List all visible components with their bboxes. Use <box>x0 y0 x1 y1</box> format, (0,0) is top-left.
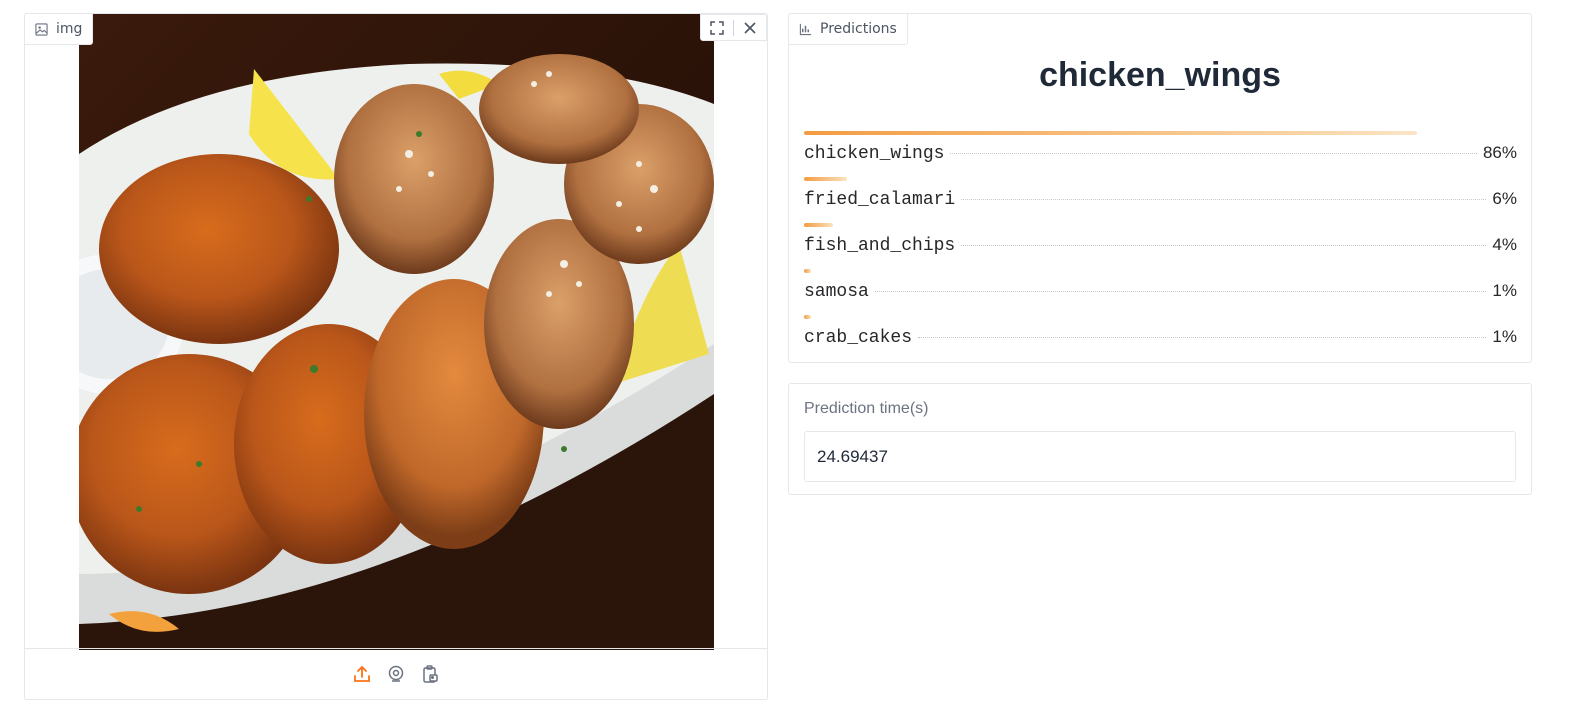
confidence-value: 6% <box>1492 189 1517 208</box>
confidence-row[interactable]: fried_calamari 6% <box>804 177 1517 223</box>
clipboard-icon[interactable] <box>419 663 441 685</box>
prediction-time-label: Prediction time(s) <box>804 400 929 417</box>
webcam-icon[interactable] <box>385 663 407 685</box>
confidence-row[interactable]: chicken_wings 86% <box>804 131 1517 177</box>
confidence-bar <box>804 315 811 319</box>
confidence-bar <box>804 131 1417 135</box>
toolbar-divider <box>733 19 734 36</box>
upload-icon[interactable] <box>351 663 373 685</box>
dotted-leader <box>961 245 1487 246</box>
confidence-value: 4% <box>1492 235 1517 254</box>
prediction-time-field[interactable]: 24.69437 <box>804 431 1516 482</box>
dotted-leader <box>874 291 1487 292</box>
confidence-row[interactable]: fish_and_chips 4% <box>804 223 1517 269</box>
image-toolbar <box>700 14 767 41</box>
image-source-bar <box>25 648 767 699</box>
dotted-leader <box>918 337 1487 338</box>
fullscreen-icon[interactable] <box>707 18 727 38</box>
confidence-bar <box>804 269 811 273</box>
confidence-bar <box>804 177 847 181</box>
image-input-panel: img <box>24 13 768 700</box>
predictions-label-text: Predictions <box>820 21 897 37</box>
image-label-chip: img <box>24 13 94 45</box>
confidence-list: chicken_wings 86% fried_calamari 6% fish… <box>804 131 1517 361</box>
confidence-label: fish_and_chips <box>804 236 956 256</box>
image-preview-area[interactable] <box>25 14 767 650</box>
confidence-bar <box>804 223 833 227</box>
dotted-leader <box>961 199 1487 200</box>
confidence-row[interactable]: samosa 1% <box>804 269 1517 315</box>
confidence-value: 1% <box>1492 327 1517 346</box>
uploaded-food-photo <box>79 14 714 650</box>
close-icon[interactable] <box>740 18 760 38</box>
predictions-label-chip: Predictions <box>788 13 908 45</box>
confidence-label: crab_cakes <box>804 328 913 348</box>
image-icon <box>35 22 48 36</box>
confidence-row[interactable]: crab_cakes 1% <box>804 315 1517 361</box>
confidence-label: samosa <box>804 282 869 302</box>
confidence-label: fried_calamari <box>804 190 956 210</box>
top-prediction-label: chicken_wings <box>1039 56 1281 94</box>
prediction-time-panel: Prediction time(s) 24.69437 <box>788 383 1532 495</box>
image-label-text: img <box>56 21 83 37</box>
confidence-value: 86% <box>1482 143 1517 162</box>
bar-chart-icon <box>799 23 812 36</box>
confidence-value: 1% <box>1492 281 1517 300</box>
confidence-label: chicken_wings <box>804 144 945 164</box>
predictions-panel: Predictions chicken_wings chicken_wings … <box>788 13 1532 363</box>
dotted-leader <box>950 153 1477 154</box>
